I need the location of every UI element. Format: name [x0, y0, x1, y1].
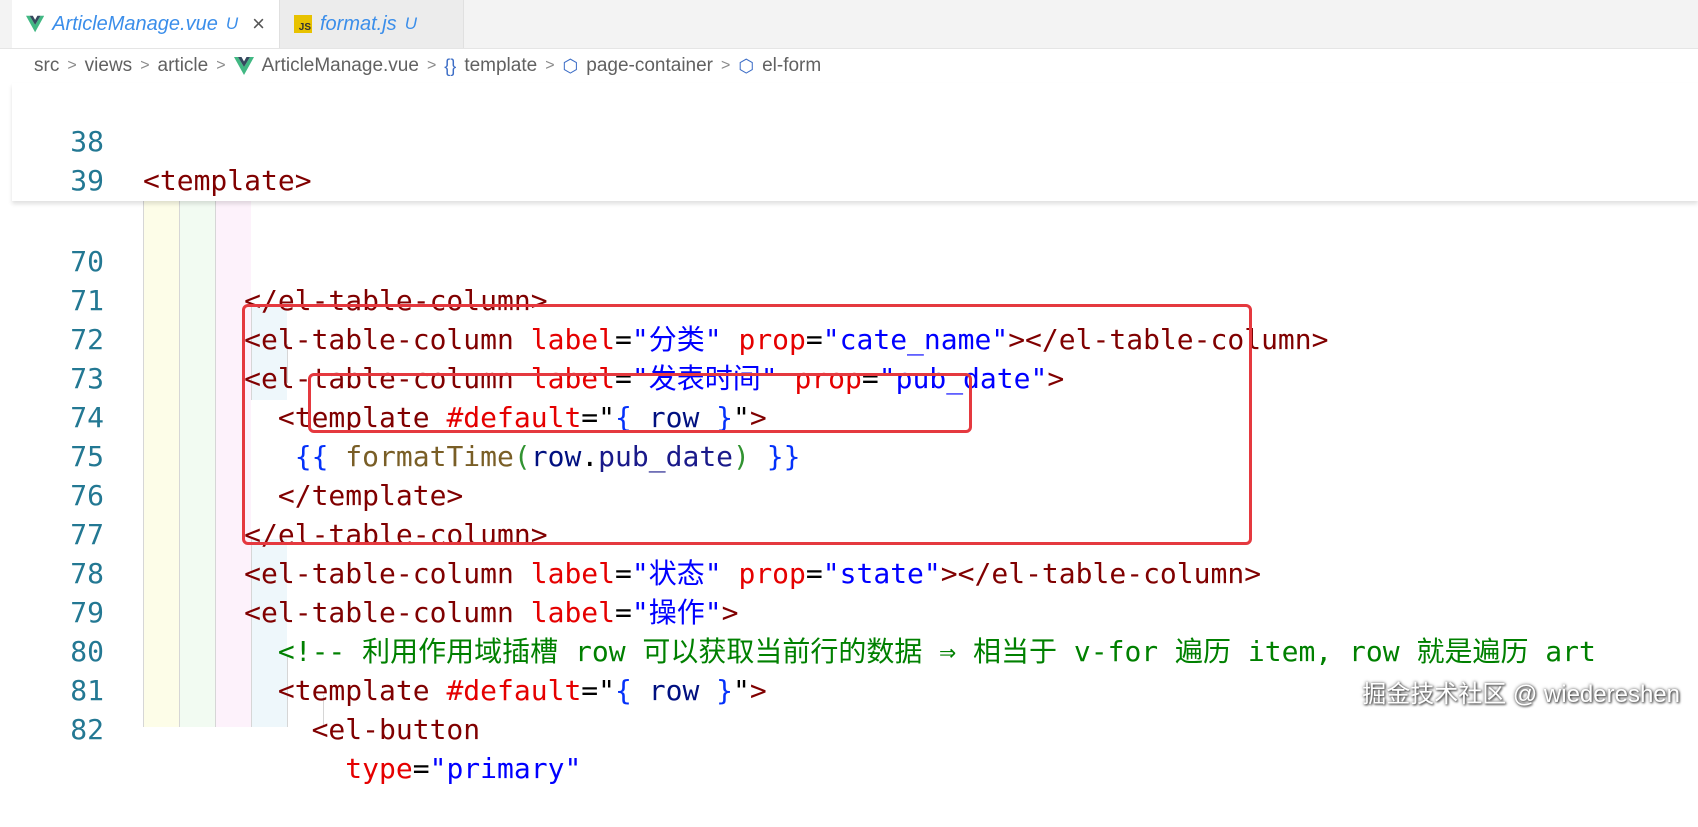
- breadcrumb-item-article[interactable]: article: [158, 55, 209, 77]
- watermark: 掘金技术社区 @ wiedereshen: [1362, 681, 1680, 708]
- breadcrumb-item-page-container[interactable]: page-container: [586, 55, 713, 77]
- code-text: <el-button: [143, 713, 481, 746]
- code-line[interactable]: 79 <!-- 利用作用域插槽 row 可以获取当前行的数据 ⇒ 相当于 v-f…: [0, 554, 1698, 668]
- close-icon[interactable]: ×: [252, 11, 265, 37]
- code-line[interactable]: 81 <el-button: [0, 632, 1698, 746]
- tab-label: format.js: [320, 12, 397, 35]
- code-line[interactable]: 80 <template #default="{ row }">: [0, 593, 1698, 707]
- code-text: <page-container title="文章管理">: [143, 200, 710, 201]
- chevron-right-icon: >: [545, 57, 555, 74]
- breadcrumb-item-el-form[interactable]: el-form: [762, 55, 821, 77]
- breadcrumb-item-views[interactable]: views: [85, 55, 133, 77]
- breadcrumb-item-src[interactable]: src: [34, 55, 59, 77]
- chevron-right-icon: >: [721, 57, 731, 74]
- editor-tab-bar: ArticleManage.vue U × JS format.js U: [0, 0, 1698, 49]
- chevron-right-icon: >: [426, 57, 437, 74]
- line-number: 65: [36, 200, 104, 201]
- vue-icon: [233, 57, 254, 75]
- breadcrumb-item-file[interactable]: ArticleManage.vue: [262, 55, 419, 77]
- breadcrumb-item-template[interactable]: template: [464, 55, 537, 77]
- cube-icon: ⬡: [738, 55, 755, 76]
- untracked-badge: U: [404, 14, 417, 33]
- tab-articlemanage-vue[interactable]: ArticleManage.vue U ×: [12, 0, 280, 48]
- chevron-right-icon: >: [67, 57, 77, 74]
- tab-format-js[interactable]: JS format.js U: [280, 0, 464, 48]
- breadcrumb: src > views > article > ArticleManage.vu…: [0, 49, 1698, 83]
- cube-icon: ⬡: [562, 55, 579, 76]
- tab-label: ArticleManage.vue: [52, 12, 218, 35]
- chevron-right-icon: >: [216, 57, 226, 74]
- code-line[interactable]: 70 </el-table-column>: [0, 203, 1698, 317]
- code-line[interactable]: 71 <el-table-column label="分类" prop="cat…: [0, 242, 1698, 356]
- code-text: type="primary": [345, 752, 582, 785]
- sticky-line[interactable]: 65 <el-table :data="articleList">: [12, 161, 1698, 200]
- braces-icon: {}: [444, 55, 457, 76]
- untracked-badge: U: [225, 14, 239, 33]
- sticky-scroll-header: 38 <template> 39 <page-container title="…: [12, 83, 1698, 201]
- chevron-right-icon: >: [140, 57, 150, 74]
- highlight-box-format-call: [308, 373, 972, 433]
- line-number: 82: [70, 713, 104, 746]
- sticky-line[interactable]: 38 <template>: [12, 83, 1698, 197]
- js-icon: JS: [294, 15, 312, 33]
- sticky-line[interactable]: 39 <page-container title="文章管理">: [12, 122, 1698, 197]
- vue-icon: [26, 15, 45, 33]
- code-editor[interactable]: 38 <template> 39 <page-container title="…: [0, 83, 1698, 785]
